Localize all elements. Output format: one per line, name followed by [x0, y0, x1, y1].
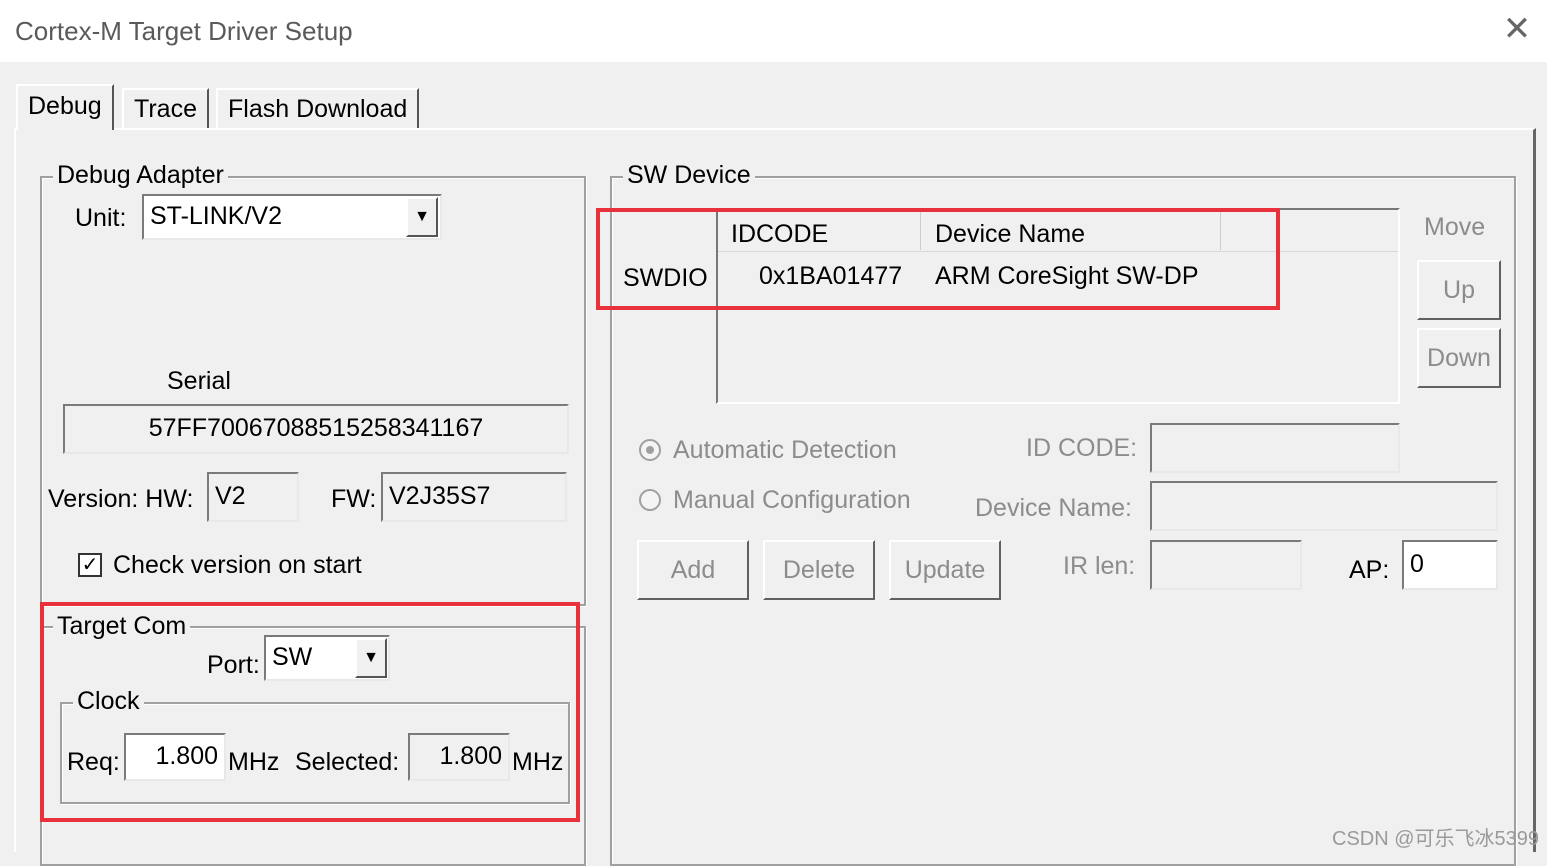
- move-label: Move: [1424, 213, 1486, 241]
- delete-button[interactable]: Delete: [763, 540, 875, 600]
- id-code-field[interactable]: [1150, 423, 1400, 473]
- tab-debug[interactable]: Debug: [16, 84, 114, 130]
- close-icon[interactable]: ✕: [1500, 12, 1534, 46]
- target-com-highlight: [40, 602, 580, 822]
- sw-device-highlight: [596, 208, 1280, 310]
- window-title: Cortex-M Target Driver Setup: [15, 16, 353, 46]
- automatic-detection-radio[interactable]: [639, 439, 661, 461]
- ir-len-label: IR len:: [1063, 552, 1136, 580]
- ap-label: AP:: [1349, 556, 1390, 584]
- unit-select[interactable]: ST-LINK/V2: [142, 194, 442, 240]
- sw-device-label: SW Device: [623, 160, 755, 190]
- automatic-detection-label: Automatic Detection: [673, 436, 897, 464]
- watermark-text: CSDN @可乐飞冰5399: [1332, 828, 1540, 850]
- device-name-label: Device Name:: [975, 494, 1132, 522]
- check-version-checkbox[interactable]: ✓: [78, 553, 102, 577]
- tab-trace[interactable]: Trace: [122, 88, 209, 128]
- tab-flash-download[interactable]: Flash Download: [216, 88, 420, 128]
- check-version-label: Check version on start: [113, 551, 362, 579]
- version-hw-label: Version: HW:: [48, 485, 194, 513]
- unit-label: Unit:: [75, 204, 127, 232]
- unit-value: ST-LINK/V2: [150, 202, 282, 230]
- serial-field: 57FF70067088515258341167: [63, 404, 569, 454]
- device-name-field[interactable]: [1150, 481, 1498, 531]
- manual-configuration-radio[interactable]: [639, 489, 661, 511]
- id-code-label: ID CODE:: [1026, 434, 1138, 462]
- move-down-button[interactable]: Down: [1417, 328, 1501, 388]
- fw-version-field: V2J35S7: [381, 472, 567, 522]
- unit-dropdown-arrow-icon[interactable]: ▼: [406, 197, 438, 237]
- ap-input[interactable]: 0: [1402, 540, 1498, 590]
- debug-adapter-group: [40, 176, 586, 606]
- ir-len-field[interactable]: [1150, 540, 1302, 590]
- serial-label: Serial: [167, 367, 231, 395]
- manual-configuration-label: Manual Configuration: [673, 486, 911, 514]
- fw-label: FW:: [331, 485, 377, 513]
- hw-version-field: V2: [207, 472, 299, 522]
- update-button[interactable]: Update: [889, 540, 1001, 600]
- debug-adapter-label: Debug Adapter: [53, 160, 228, 190]
- move-up-button[interactable]: Up: [1417, 260, 1501, 320]
- add-button[interactable]: Add: [637, 540, 749, 600]
